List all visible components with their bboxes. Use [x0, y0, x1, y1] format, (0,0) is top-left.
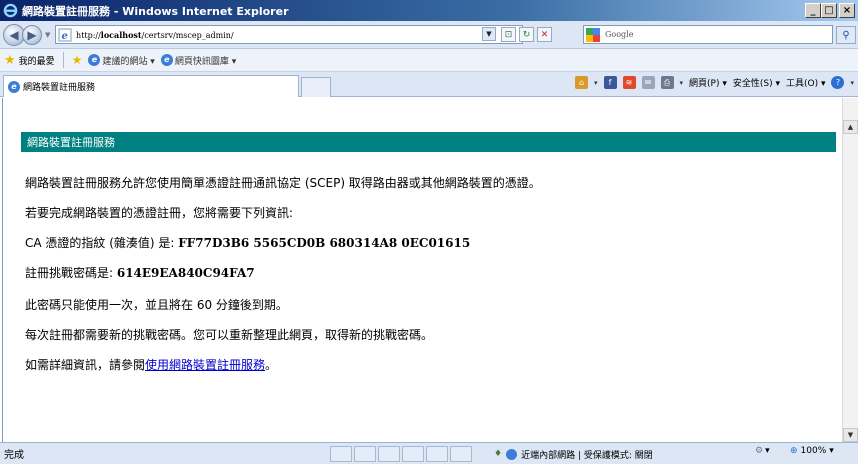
status-segment [426, 446, 448, 462]
stop-button[interactable]: ✕ [537, 27, 552, 42]
command-bar: ⌂ ▾ f ≋ ✉ ⎙ ▾ 網頁(P) ▾ 安全性(S) ▾ 工具(O) ▾ ? ▾ [574, 76, 854, 89]
ie-page-icon: e [160, 54, 173, 66]
page-tools-icon: ⚙ [755, 446, 764, 456]
minimize-button[interactable]: _ [805, 3, 821, 18]
address-toolbar: ◀ ▶ ▼ e http://localhost/certsrv/mscep_a… [0, 21, 858, 49]
expiry-text: 此密碼只能使用一次，並且將在 60 分鐘後到期。 [25, 298, 288, 312]
feeds-icon[interactable]: ≋ [622, 76, 636, 89]
status-segment [378, 446, 400, 462]
status-segment [402, 446, 424, 462]
page-header: 網路裝置註冊服務 [21, 132, 836, 152]
compatibility-view-button[interactable]: ⊡ [501, 27, 516, 42]
tab-network-device-enrollment[interactable]: e 網路裝置註冊服務 [3, 75, 299, 97]
address-url[interactable]: http://localhost/certsrv/mscep_admin/ [76, 30, 234, 40]
help-dropdown-icon[interactable]: ▾ [850, 79, 854, 87]
internet-explorer-icon [3, 3, 18, 18]
help-icon[interactable]: ? [831, 76, 845, 89]
tab-label: 網路裝置註冊服務 [23, 83, 96, 93]
page-content: 網路裝置註冊服務 網路裝置註冊服務允許您使用簡單憑證註冊通訊協定 (SCEP) … [2, 98, 842, 442]
print-icon[interactable]: ⎙ [660, 76, 674, 89]
search-box[interactable]: Google [583, 25, 833, 44]
print-dropdown-icon[interactable]: ▾ [680, 79, 684, 87]
window-titlebar: 網路裝置註冊服務 - Windows Internet Explorer _ □… [0, 0, 858, 21]
window-title: 網路裝置註冊服務 - Windows Internet Explorer [22, 4, 289, 18]
favorites-star-icon: ★ [4, 52, 16, 68]
favorites-link-web-slice-gallery[interactable]: e 網頁快訊圖庫 ▾ [160, 54, 236, 67]
intro-text: 網路裝置註冊服務允許您使用簡單憑證註冊通訊協定 (SCEP) 取得路由器或其他網… [25, 176, 541, 190]
status-text: 完成 [4, 450, 24, 461]
favorites-link-suggested-sites[interactable]: e 建議的網站 ▾ [88, 54, 155, 67]
back-arrow-icon: ◀ [9, 28, 19, 42]
vertical-scrollbar[interactable]: ▲ ▼ [842, 98, 858, 442]
zoom-dropdown-icon: ▾ [829, 446, 834, 456]
security-zone-label: 近端內部網路 | 受保護模式: 關閉 [521, 450, 653, 461]
page-icon: e [58, 28, 72, 42]
status-bar: 完成 ♦ 近端內部網路 | 受保護模式: 關閉 ⚙ ▾ ⊕ 100% ▾ [0, 442, 858, 464]
close-button[interactable]: × [839, 3, 855, 18]
required-info-text: 若要完成網路裝置的憑證註冊，您將需要下列資訊: [25, 206, 294, 220]
google-logo-icon [586, 27, 600, 42]
history-dropdown-icon[interactable]: ▼ [45, 31, 50, 39]
ie-page-icon: e [8, 80, 20, 93]
protected-mode-dropdown[interactable]: ⚙ ▾ [755, 446, 770, 456]
search-placeholder: Google [605, 30, 634, 39]
zoom-control[interactable]: ⊕ 100% ▾ [790, 446, 834, 456]
page-menu[interactable]: 網頁(P) ▾ [689, 76, 727, 89]
compatibility-icon: ⊡ [504, 29, 513, 40]
divider [62, 52, 64, 68]
more-info-line: 如需詳細資訊，請參閱使用網路裝置註冊服務。 [25, 358, 278, 372]
refresh-button[interactable]: ↻ [519, 27, 534, 42]
svg-text:e: e [62, 31, 68, 42]
favorites-button[interactable]: 我的最愛 [19, 54, 55, 67]
intranet-zone-icon [506, 448, 518, 460]
scroll-up-icon[interactable]: ▲ [843, 120, 858, 134]
thumbprint-label: CA 憑證的指紋 (雜湊值) 是: [25, 236, 179, 250]
search-button[interactable]: ⚲ [836, 26, 856, 44]
zoom-level: 100% [800, 446, 827, 456]
search-icon: ⚲ [842, 29, 850, 41]
maximize-button[interactable]: □ [821, 3, 837, 18]
more-info-link[interactable]: 使用網路裝置註冊服務 [145, 358, 265, 372]
tools-menu[interactable]: 工具(O) ▾ [786, 76, 826, 89]
favorites-bar: ★ 我的最愛 ★ e 建議的網站 ▾ e 網頁快訊圖庫 ▾ [0, 49, 858, 72]
add-on-icon: ♦ [494, 449, 503, 459]
forward-button[interactable]: ▶ [22, 25, 42, 45]
refresh-hint-text: 每次註冊都需要新的挑戰密碼。您可以重新整理此網頁，取得新的挑戰密碼。 [25, 328, 434, 342]
mail-icon[interactable]: ✉ [641, 76, 655, 89]
new-tab-button[interactable] [301, 77, 331, 97]
facebook-icon[interactable]: f [603, 76, 617, 89]
thumbprint-line: CA 憑證的指紋 (雜湊值) 是: FF77D3B6 5565CD0B 6803… [25, 234, 470, 251]
challenge-line: 註冊挑戰密碼是: 614E9EA840C94FA7 [25, 264, 255, 281]
safety-menu[interactable]: 安全性(S) ▾ [733, 76, 780, 89]
status-segment [330, 446, 352, 462]
add-favorite-icon[interactable]: ★ [72, 53, 83, 67]
challenge-password-value: 614E9EA840C94FA7 [116, 266, 255, 280]
challenge-label: 註冊挑戰密碼是: [25, 266, 117, 280]
forward-arrow-icon: ▶ [27, 28, 37, 42]
scroll-down-icon[interactable]: ▼ [843, 428, 858, 442]
ie-page-icon: e [88, 54, 101, 66]
security-zone[interactable]: ♦ 近端內部網路 | 受保護模式: 關閉 [494, 446, 653, 462]
home-dropdown-icon[interactable]: ▾ [594, 79, 598, 87]
window-controls: _ □ × [805, 3, 855, 18]
address-dropdown-button[interactable]: ▼ [482, 27, 496, 41]
zoom-icon: ⊕ [790, 446, 798, 456]
refresh-icon: ↻ [522, 29, 531, 40]
tab-bar: e 網路裝置註冊服務 ⌂ ▾ f ≋ ✉ ⎙ ▾ 網頁(P) ▾ 安全性(S) ▾ … [0, 72, 858, 97]
address-bar[interactable]: e http://localhost/certsrv/mscep_admin/ [55, 25, 523, 44]
status-segment [450, 446, 472, 462]
status-segment [354, 446, 376, 462]
home-icon[interactable]: ⌂ [574, 76, 588, 89]
thumbprint-value: FF77D3B6 5565CD0B 680314A8 0EC01615 [178, 236, 471, 250]
stop-icon: ✕ [540, 29, 549, 40]
